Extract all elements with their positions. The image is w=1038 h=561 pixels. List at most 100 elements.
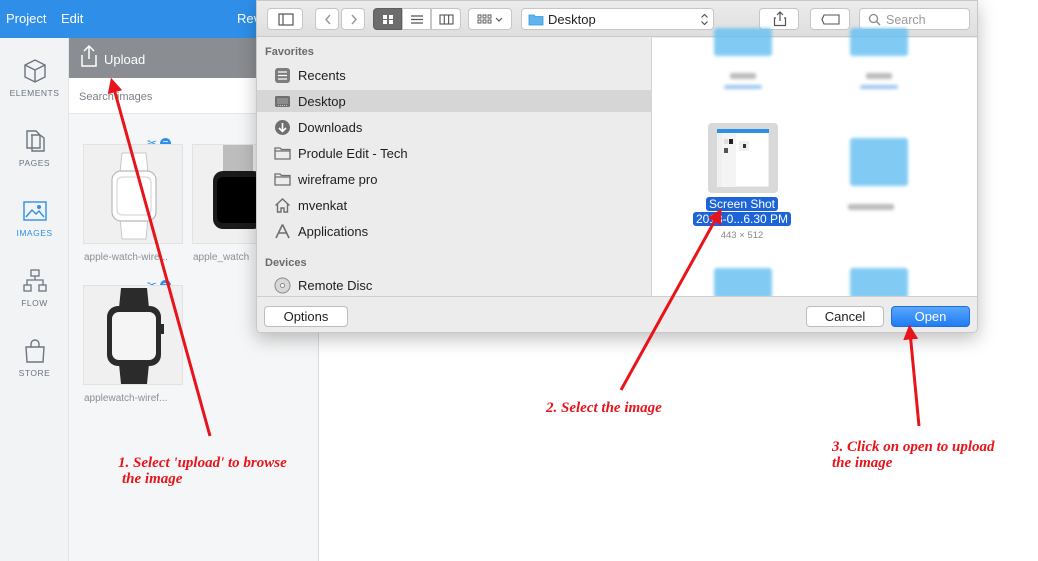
rail-label: FLOW: [21, 298, 48, 308]
favorites-heading: Favorites: [265, 46, 314, 58]
thumb-name: apple-watch-wire...: [84, 252, 168, 263]
share-button[interactable]: [759, 8, 799, 30]
image-thumbnail[interactable]: [83, 285, 183, 385]
sidebar-item-desktop[interactable]: Desktop: [257, 90, 651, 112]
annotation-step-1-line2: the image: [122, 471, 183, 487]
sidebar-item-label: Downloads: [298, 120, 363, 135]
annotation-step-2: 2. Select the image: [546, 400, 662, 416]
tag-icon: [821, 14, 840, 25]
search-placeholder: Search: [886, 13, 926, 27]
rail-item-pages[interactable]: PAGES: [0, 116, 69, 186]
selected-file-name-line1: Screen Shot: [705, 197, 779, 211]
back-button[interactable]: [315, 8, 339, 30]
annotation-step-3: 3. Click on open to upload the image: [832, 439, 995, 471]
open-file-dialog: Desktop Search Favorites Recents Desktop…: [256, 0, 978, 333]
desktop-icon: [275, 96, 290, 107]
folder-item[interactable]: [714, 28, 772, 56]
sidebar-item-applications[interactable]: Applications: [257, 220, 651, 242]
annotation-step-3-line2: the image: [832, 455, 893, 471]
rail-item-images[interactable]: IMAGES: [0, 186, 69, 256]
selected-file-thumbnail[interactable]: [708, 123, 778, 193]
annotation-step-3-line1: 3. Click on open to upload: [832, 439, 995, 455]
dialog-sidebar: Favorites Recents Desktop Downloads Prod…: [257, 38, 651, 296]
sidebar-item-label: Applications: [298, 224, 369, 239]
dialog-search-input[interactable]: Search: [859, 8, 970, 30]
folder-item[interactable]: [714, 268, 772, 298]
app-menubar: Project Edit Rev: [0, 0, 260, 38]
file-browser: Screen Shot 2018-0...6.30 PM 443 × 512: [651, 28, 977, 298]
image-icon: [22, 201, 47, 221]
columns-icon: [439, 14, 454, 25]
bag-icon: [24, 339, 45, 363]
selected-file-name-line2: 2018-0...6.30 PM: [692, 212, 792, 226]
folder-item[interactable]: [850, 138, 908, 186]
options-button[interactable]: Options: [264, 306, 348, 327]
sidebar-item-recents[interactable]: Recents: [257, 64, 651, 86]
folder-item[interactable]: [850, 28, 908, 56]
home-icon: [275, 198, 290, 213]
folder-item[interactable]: [850, 268, 908, 298]
watch-wireframe-image: [111, 152, 157, 240]
blurred-label: [860, 85, 898, 89]
search-icon: [868, 13, 881, 26]
image-thumbnail[interactable]: [192, 144, 263, 244]
chevron-right-icon: [351, 14, 358, 25]
chevron-left-icon: [324, 14, 331, 25]
arrow-step-3: [903, 324, 921, 427]
blurred-label: [724, 85, 762, 89]
blurred-label: [866, 73, 892, 79]
folder-icon: [528, 14, 544, 26]
open-button[interactable]: Open: [891, 306, 970, 327]
sidebar-item-mvenkat[interactable]: mvenkat: [257, 194, 651, 216]
tag-button[interactable]: [810, 8, 850, 30]
sidebar-item-label: Recents: [298, 68, 346, 83]
column-view-button[interactable]: [431, 8, 461, 30]
rail-item-flow[interactable]: FLOW: [0, 256, 69, 326]
location-select[interactable]: Desktop: [521, 8, 714, 30]
location-text: Desktop: [548, 12, 596, 27]
annotation-step-1-line1: 1. Select 'upload' to browse: [118, 455, 287, 471]
group-button[interactable]: [468, 8, 512, 30]
group-grid-icon: [477, 14, 503, 24]
thumb-name: applewatch-wiref...: [84, 393, 168, 404]
rail-item-elements[interactable]: ELEMENTS: [0, 46, 69, 116]
downloads-icon: [275, 120, 290, 135]
updown-chevron-icon: [701, 13, 708, 26]
cancel-button[interactable]: Cancel: [806, 306, 884, 327]
pages-icon: [25, 130, 45, 152]
thumb-name: apple_watch: [193, 252, 250, 263]
list-icon: [411, 15, 423, 24]
sidebar-item-produle-edit-tech[interactable]: Produle Edit - Tech: [257, 142, 651, 164]
annotation-step-1: 1. Select 'upload' to browse the image: [118, 455, 287, 487]
sidebar-item-label: Desktop: [298, 94, 346, 109]
menu-edit[interactable]: Edit: [61, 11, 83, 26]
sidebar-icon: [278, 13, 294, 26]
screenshot-preview-image: [717, 129, 769, 187]
sidebar-item-label: Remote Disc: [298, 278, 373, 293]
sidebar-item-remote-disc[interactable]: Remote Disc: [257, 274, 651, 296]
forward-button[interactable]: [341, 8, 365, 30]
sidebar-item-label: wireframe pro: [298, 172, 378, 187]
disc-icon: [274, 277, 291, 294]
sidebar-item-wireframe-pro[interactable]: wireframe pro: [257, 168, 651, 190]
blurred-label: [730, 73, 756, 79]
icon-view-button[interactable]: [373, 8, 402, 30]
list-view-button[interactable]: [402, 8, 431, 30]
dialog-bottom-bar: Options Cancel Open: [257, 296, 977, 332]
sidebar-item-downloads[interactable]: Downloads: [257, 116, 651, 138]
sidebar-item-label: mvenkat: [298, 198, 348, 213]
image-thumbnail[interactable]: [83, 144, 183, 244]
menu-project[interactable]: Project: [6, 11, 46, 26]
grid-icon: [383, 15, 393, 24]
recents-icon: [275, 68, 290, 83]
watch-black-image: [213, 145, 263, 229]
cube-icon: [23, 59, 46, 83]
selected-file-name[interactable]: Screen Shot 2018-0...6.30 PM: [686, 197, 798, 227]
sidebar-toggle-button[interactable]: [267, 8, 303, 30]
rail-item-store[interactable]: STORE: [0, 326, 69, 396]
left-rail: ELEMENTS PAGES IMAGES FLOW STORE: [0, 38, 69, 561]
devices-heading: Devices: [265, 257, 307, 269]
rail-label: ELEMENTS: [9, 88, 60, 98]
blurred-label: [848, 204, 894, 210]
search-images-text: Search images: [79, 91, 153, 103]
